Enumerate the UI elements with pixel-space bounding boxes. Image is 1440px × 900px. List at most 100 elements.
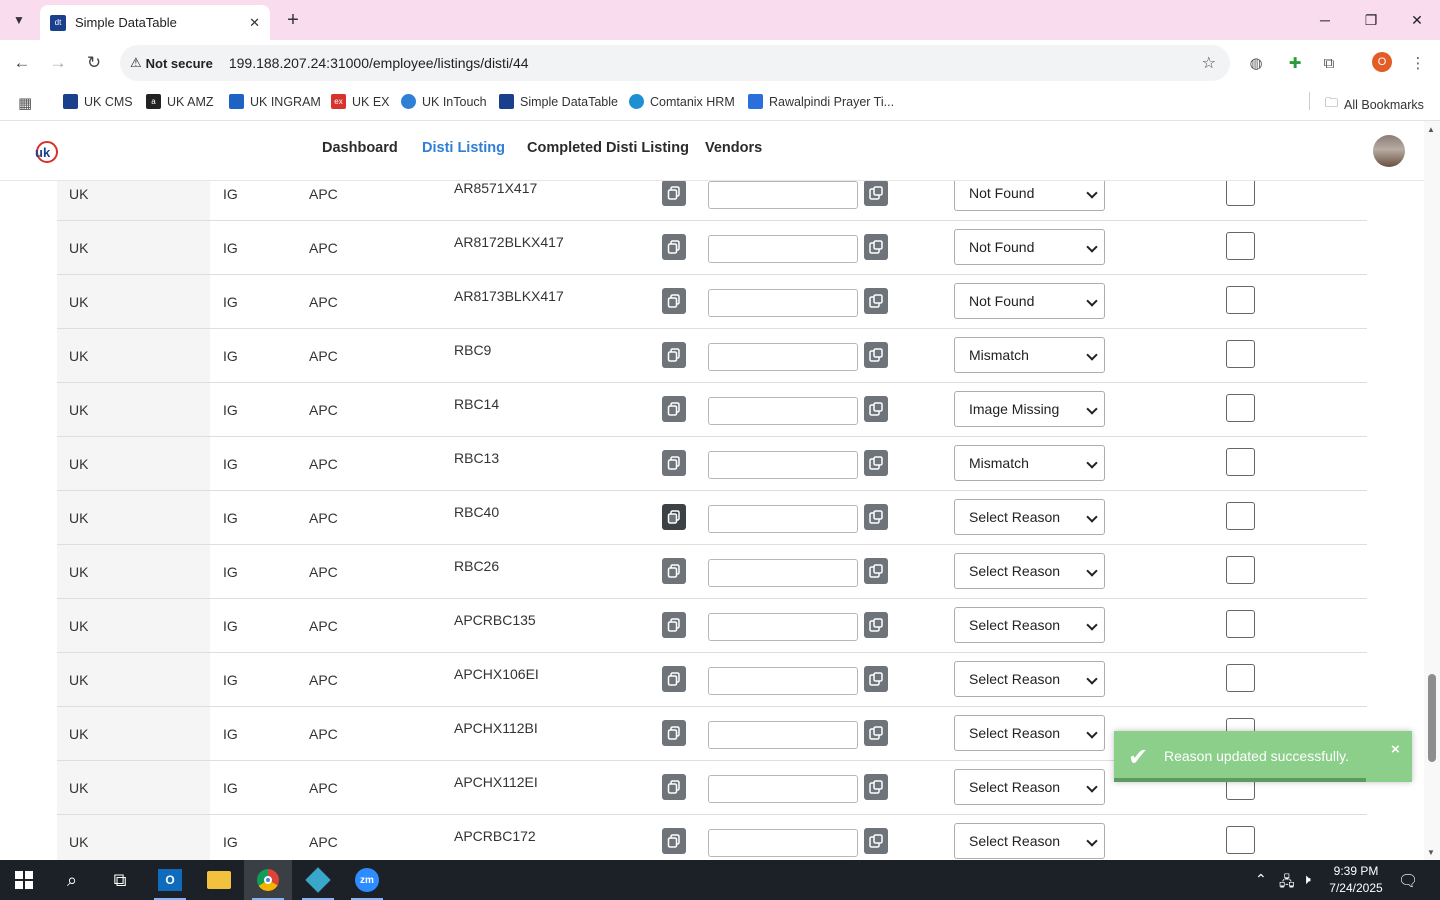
restore-icon[interactable]: ❐: [1348, 0, 1394, 40]
user-avatar[interactable]: [1373, 135, 1405, 167]
bookmark-uk-cms[interactable]: UK CMS: [63, 94, 133, 109]
nav-vendors[interactable]: Vendors: [705, 140, 762, 156]
tray-chevron-up-icon[interactable]: ⌃: [1255, 871, 1267, 888]
translate-globe-icon[interactable]: ◍: [1245, 52, 1267, 74]
nav-completed-disti-listing[interactable]: Completed Disti Listing: [527, 140, 689, 156]
reason-select[interactable]: Mismatch: [954, 445, 1105, 481]
new-tab-plus-icon[interactable]: +: [280, 7, 306, 33]
copy-sku-button[interactable]: [662, 342, 686, 368]
reason-select[interactable]: Select Reason: [954, 607, 1105, 643]
reason-select[interactable]: Image Missing: [954, 391, 1105, 427]
not-secure-chip[interactable]: ⚠ Not secure: [130, 55, 213, 71]
link-input[interactable]: [708, 829, 858, 857]
scroll-up-arrow-icon[interactable]: ▲: [1427, 125, 1435, 134]
search-icon[interactable]: ⌕: [48, 860, 96, 900]
tab-search-chevron-icon[interactable]: ▼: [6, 7, 32, 33]
paste-button[interactable]: [864, 612, 888, 638]
paste-button[interactable]: [864, 288, 888, 314]
more-menu-icon[interactable]: ⋮: [1407, 52, 1429, 74]
link-input[interactable]: [708, 613, 858, 641]
paste-button[interactable]: [864, 450, 888, 476]
row-checkbox[interactable]: [1226, 448, 1255, 476]
row-checkbox[interactable]: [1226, 286, 1255, 314]
link-input[interactable]: [708, 559, 858, 587]
reason-select[interactable]: Not Found: [954, 181, 1105, 211]
reason-select[interactable]: Select Reason: [954, 823, 1105, 859]
row-checkbox[interactable]: [1226, 610, 1255, 638]
copy-sku-button[interactable]: [662, 720, 686, 746]
link-input[interactable]: [708, 721, 858, 749]
row-checkbox[interactable]: [1226, 664, 1255, 692]
row-checkbox[interactable]: [1226, 826, 1255, 854]
file-explorer-icon[interactable]: [195, 860, 243, 900]
paste-button[interactable]: [864, 234, 888, 260]
reason-select[interactable]: Select Reason: [954, 553, 1105, 589]
reload-icon[interactable]: ↻: [80, 49, 108, 77]
paste-button[interactable]: [864, 774, 888, 800]
paste-button[interactable]: [864, 396, 888, 422]
reason-select[interactable]: Select Reason: [954, 769, 1105, 805]
windows-start-icon[interactable]: [0, 860, 48, 900]
link-input[interactable]: [708, 397, 858, 425]
uk-logo-icon[interactable]: uk: [33, 139, 59, 165]
copy-sku-button[interactable]: [662, 234, 686, 260]
link-input[interactable]: [708, 181, 858, 209]
volume-muted-icon[interactable]: 🕨: [1302, 871, 1311, 888]
task-view-icon[interactable]: ⧉: [96, 860, 144, 900]
all-bookmarks-folder[interactable]: 🗀 All Bookmarks: [1325, 94, 1424, 116]
copy-sku-button[interactable]: [662, 612, 686, 638]
extension-puzzle-green-icon[interactable]: ✚: [1284, 52, 1306, 74]
reason-select[interactable]: Select Reason: [954, 661, 1105, 697]
row-checkbox[interactable]: [1226, 556, 1255, 584]
browser-tab-active[interactable]: dt Simple DataTable ✕: [40, 5, 270, 40]
system-clock[interactable]: 9:39 PM 7/24/2025: [1322, 863, 1390, 897]
row-checkbox[interactable]: [1226, 232, 1255, 260]
link-input[interactable]: [708, 667, 858, 695]
address-bar[interactable]: ⚠ Not secure 199.188.207.24:31000/employ…: [120, 45, 1230, 81]
link-input[interactable]: [708, 235, 858, 263]
apps-grid-icon[interactable]: ▦: [18, 94, 32, 112]
copy-sku-button[interactable]: [662, 558, 686, 584]
row-checkbox[interactable]: [1226, 394, 1255, 422]
bookmark-comtanix-hrm[interactable]: Comtanix HRM: [629, 94, 735, 109]
reason-select[interactable]: Not Found: [954, 283, 1105, 319]
app-diamond-icon[interactable]: [294, 860, 342, 900]
bookmark-uk-ingram[interactable]: UK INGRAM: [229, 94, 321, 109]
paste-button[interactable]: [864, 828, 888, 854]
row-checkbox[interactable]: [1226, 340, 1255, 368]
nav-disti-listing[interactable]: Disti Listing: [422, 140, 505, 156]
copy-sku-button[interactable]: [662, 288, 686, 314]
copy-sku-button[interactable]: [662, 450, 686, 476]
paste-button[interactable]: [864, 342, 888, 368]
copy-sku-button[interactable]: [662, 504, 686, 530]
bookmark-uk-amz[interactable]: a UK AMZ: [146, 94, 214, 109]
link-input[interactable]: [708, 505, 858, 533]
paste-button[interactable]: [864, 666, 888, 692]
copy-sku-button[interactable]: [662, 181, 686, 206]
link-input[interactable]: [708, 289, 858, 317]
bookmark-rawalpindi-prayer[interactable]: Rawalpindi Prayer Ti...: [748, 94, 894, 109]
paste-button[interactable]: [864, 181, 888, 206]
zoom-icon[interactable]: zm: [343, 860, 391, 900]
notifications-icon[interactable]: 🗨: [1398, 871, 1418, 891]
link-input[interactable]: [708, 343, 858, 371]
link-input[interactable]: [708, 775, 858, 803]
url-text[interactable]: 199.188.207.24:31000/employee/listings/d…: [229, 55, 529, 71]
chrome-icon[interactable]: [244, 860, 292, 900]
paste-button[interactable]: [864, 558, 888, 584]
bookmark-star-icon[interactable]: ☆: [1202, 53, 1216, 73]
reason-select[interactable]: Mismatch: [954, 337, 1105, 373]
network-icon[interactable]: 🖧: [1279, 871, 1295, 895]
tab-close-icon[interactable]: ✕: [249, 15, 260, 31]
bookmark-uk-ex[interactable]: ex UK EX: [331, 94, 390, 109]
page-scrollbar[interactable]: ▲ ▼: [1424, 121, 1440, 860]
paste-button[interactable]: [864, 720, 888, 746]
paste-button[interactable]: [864, 504, 888, 530]
copy-sku-button[interactable]: [662, 828, 686, 854]
minimize-icon[interactable]: ─: [1302, 0, 1348, 40]
reason-select[interactable]: Not Found: [954, 229, 1105, 265]
row-checkbox[interactable]: [1226, 502, 1255, 530]
copy-sku-button[interactable]: [662, 774, 686, 800]
bookmark-uk-intouch[interactable]: UK InTouch: [401, 94, 487, 109]
toast-close-icon[interactable]: ×: [1391, 741, 1400, 758]
